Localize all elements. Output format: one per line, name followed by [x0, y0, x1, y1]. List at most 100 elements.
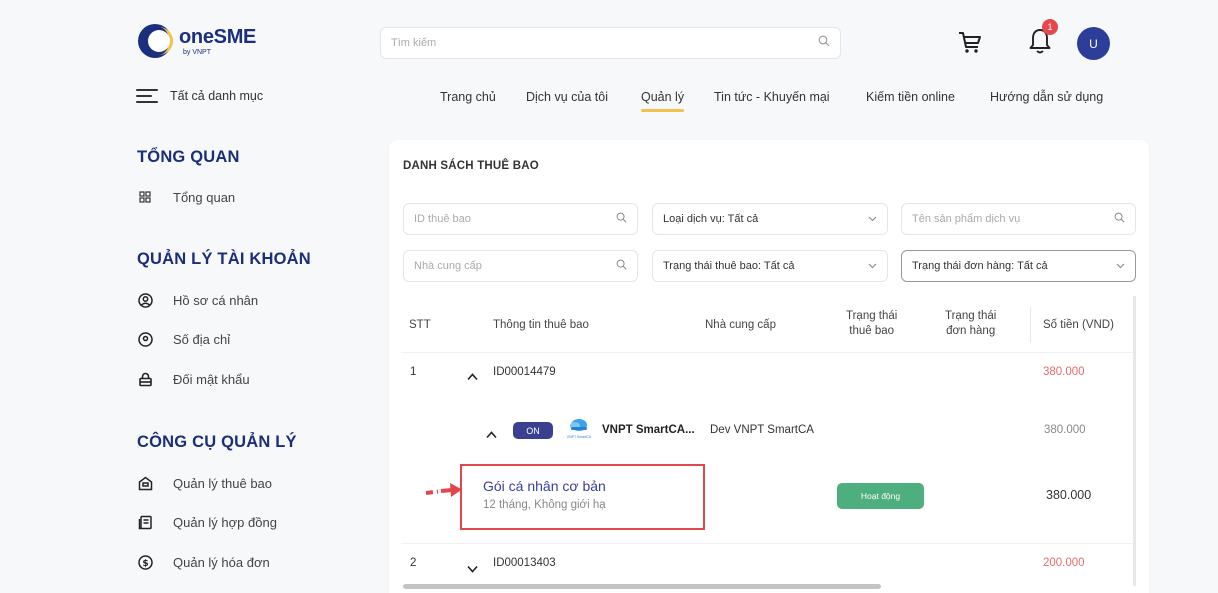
- chevron-up-icon[interactable]: [486, 426, 497, 444]
- service-provider: Dev VNPT SmartCA: [710, 424, 814, 436]
- column-amount: Số tiền (VND): [1043, 319, 1114, 331]
- column-order-status-line1: Trạng thái: [945, 310, 997, 322]
- building-icon: [137, 475, 153, 491]
- page: oneSME by VNPT 1 U Tất cả danh mục Trang…: [0, 0, 1218, 593]
- panel-title: DANH SÁCH THUÊ BAO: [403, 160, 539, 172]
- service-amount: 380.000: [1044, 424, 1086, 436]
- row-stt: 1: [410, 366, 417, 378]
- column-subscription-status-line1: Trạng thái: [846, 310, 898, 322]
- vertical-scrollbar[interactable]: [1133, 296, 1136, 586]
- sidebar-item-overview[interactable]: Tổng quan: [137, 189, 235, 205]
- search-icon[interactable]: [616, 259, 627, 273]
- sidebar-item-contracts[interactable]: Quản lý hợp đồng: [137, 514, 277, 530]
- grid-icon: [137, 189, 153, 205]
- account-heading: QUẢN LÝ TÀI KHOẢN: [137, 250, 311, 268]
- subscription-id-filter: [403, 203, 638, 235]
- row-divider: [401, 543, 1136, 544]
- column-order-status: Trạng thái đơn hàng: [945, 309, 996, 339]
- notification-badge: 1: [1042, 19, 1058, 35]
- nav-my-services[interactable]: Dịch vụ của tôi: [526, 90, 608, 104]
- column-subscription-status: Trạng thái thuê bao: [846, 309, 897, 339]
- subscription-id-input[interactable]: [414, 213, 616, 225]
- nav-home[interactable]: Trang chủ: [440, 90, 496, 104]
- menu-icon: [136, 89, 158, 103]
- search-input[interactable]: [391, 37, 818, 49]
- location-icon: [137, 331, 153, 347]
- sidebar-item-label: Tổng quan: [173, 189, 236, 205]
- column-divider: [1030, 307, 1031, 343]
- smartca-logo-text: VNPT SmartCA: [566, 435, 592, 439]
- column-provider: Nhà cung cấp: [705, 319, 776, 331]
- row-divider: [401, 352, 1136, 353]
- tools-heading: CÔNG CỤ QUẢN LÝ: [137, 433, 297, 451]
- nav-manage[interactable]: Quản lý: [641, 90, 685, 112]
- chevron-down-icon: [868, 213, 877, 225]
- row-subscription-id[interactable]: ID00014479: [493, 366, 556, 378]
- user-circle-icon: [137, 292, 153, 308]
- horizontal-scrollbar[interactable]: [403, 584, 881, 589]
- row-subscription-id[interactable]: ID00013403: [493, 557, 556, 569]
- brand-name: oneSME: [179, 25, 257, 48]
- sidebar-item-label: Quản lý hóa đơn: [173, 554, 270, 570]
- provider-input[interactable]: [414, 260, 616, 272]
- chevron-down-icon: [868, 260, 877, 272]
- sidebar-item-label: Quản lý thuê bao: [173, 475, 273, 491]
- chevron-down-icon: [1116, 260, 1125, 272]
- package-detail: 12 tháng, Không giới hạ: [483, 499, 606, 511]
- order-status-value: Trạng thái đơn hàng: Tất cả: [912, 260, 1048, 272]
- subscription-status-select[interactable]: Trạng thái thuê bao: Tất cả: [652, 250, 888, 282]
- nav-earn-online[interactable]: Kiếm tiền online: [866, 90, 955, 104]
- smartca-logo-icon: VNPT SmartCA: [565, 416, 593, 442]
- package-name[interactable]: Gói cá nhân cơ bản: [483, 478, 606, 494]
- avatar[interactable]: U: [1077, 27, 1110, 60]
- status-badge: Hoạt động: [837, 483, 924, 509]
- sidebar-item-subscriptions[interactable]: Quản lý thuê bao: [137, 475, 272, 491]
- service-name[interactable]: VNPT SmartCA...: [602, 424, 695, 436]
- nav-news[interactable]: Tin tức - Khuyến mại: [714, 90, 830, 104]
- sidebar-item-address[interactable]: Số địa chỉ: [137, 331, 230, 347]
- all-categories-label: Tất cả danh mục: [170, 89, 264, 103]
- logo-icon: [137, 23, 173, 59]
- highlight-box: [460, 464, 705, 530]
- column-order-status-line2: đơn hàng: [946, 325, 996, 337]
- sidebar-item-label: Đối mật khẩu: [173, 371, 250, 387]
- search-icon[interactable]: [1114, 212, 1125, 226]
- column-stt: STT: [409, 319, 431, 331]
- brand-logo[interactable]: oneSME by VNPT: [137, 23, 256, 59]
- order-status-select[interactable]: Trạng thái đơn hàng: Tất cả: [901, 250, 1136, 282]
- lock-icon: [137, 371, 153, 387]
- arrow-right-icon: [424, 481, 464, 506]
- search-icon[interactable]: [818, 34, 830, 52]
- service-type-value: Loại dịch vụ: Tất cả: [663, 213, 759, 225]
- product-name-input[interactable]: [912, 213, 1114, 225]
- row-amount: 380.000: [1043, 366, 1085, 378]
- cart-icon[interactable]: [955, 27, 985, 57]
- sidebar-item-profile[interactable]: Hồ sơ cá nhân: [137, 292, 258, 308]
- sidebar-item-label: Số địa chỉ: [173, 331, 231, 347]
- product-name-filter: [901, 203, 1136, 235]
- all-categories-button[interactable]: Tất cả danh mục: [136, 89, 263, 103]
- sidebar-item-label: Quản lý hợp đồng: [173, 514, 277, 530]
- package-amount: 380.000: [1046, 488, 1092, 502]
- svg-text:$: $: [142, 559, 148, 569]
- service-toggle-badge[interactable]: ON: [513, 422, 553, 439]
- dollar-icon: $: [137, 554, 153, 570]
- subscription-status-value: Trạng thái thuê bao: Tất cả: [663, 260, 795, 272]
- chevron-down-icon[interactable]: [467, 560, 478, 578]
- row-stt: 2: [410, 557, 417, 569]
- column-subscription-status-line2: thuê bao: [849, 325, 895, 337]
- nav-guide[interactable]: Hướng dẫn sử dụng: [990, 90, 1103, 104]
- service-type-select[interactable]: Loại dịch vụ: Tất cả: [652, 203, 888, 235]
- row-amount: 200.000: [1043, 557, 1085, 569]
- chevron-up-icon[interactable]: [467, 368, 478, 386]
- column-info: Thông tin thuê bao: [493, 319, 589, 331]
- overview-heading: TỔNG QUAN: [137, 148, 240, 166]
- search-bar: [380, 27, 841, 59]
- sidebar-item-invoices[interactable]: $ Quản lý hóa đơn: [137, 554, 270, 570]
- brand-sub: by VNPT: [183, 48, 212, 56]
- sidebar-item-password[interactable]: Đối mật khẩu: [137, 371, 250, 387]
- search-icon[interactable]: [616, 212, 627, 226]
- provider-filter: [403, 250, 638, 282]
- sidebar-item-label: Hồ sơ cá nhân: [173, 292, 259, 308]
- document-icon: [137, 514, 153, 530]
